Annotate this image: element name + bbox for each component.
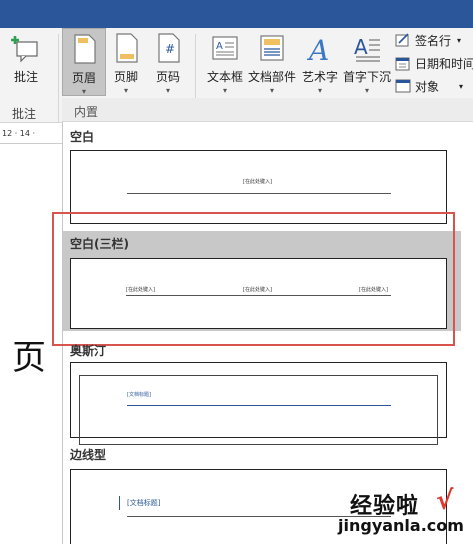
placeholder-text: [文档标题] [127, 499, 161, 507]
checkmark-icon: √ [436, 486, 454, 516]
builtin-section-header: 内置 [62, 98, 473, 122]
quick-parts-label: 文档部件 [247, 70, 296, 84]
header-button[interactable]: 页眉 ▾ [62, 28, 106, 96]
svg-text:A: A [354, 35, 368, 59]
signature-line-icon [395, 32, 411, 48]
document-text: 页 [12, 338, 46, 378]
calendar-icon [395, 56, 411, 71]
chevron-down-icon: ▾ [457, 35, 462, 45]
gallery-item-title: 边线型 [70, 448, 107, 462]
page-number-label: 页码 [155, 70, 180, 84]
add-comment-icon [11, 32, 41, 64]
wordart-label: 艺术字 [301, 70, 338, 84]
page-border [79, 375, 438, 445]
object-label: 对象 [415, 79, 440, 94]
footer-icon [111, 32, 141, 64]
svg-text:A: A [216, 41, 223, 52]
placeholder-text: [文档标题] [127, 392, 151, 398]
page-number-button[interactable]: # 页码 ▾ [148, 28, 188, 96]
title-bar [0, 0, 473, 28]
chevron-down-icon: ▾ [81, 87, 86, 96]
ruler-marks: 12 · 14 · [2, 129, 36, 138]
object-button[interactable]: 对象 ▾ [395, 76, 463, 96]
svg-text:A: A [306, 34, 329, 64]
chevron-down-icon: ▾ [459, 81, 464, 91]
chevron-down-icon: ▾ [222, 86, 227, 95]
object-icon [395, 79, 411, 94]
placeholder-text: [在此处键入] [243, 179, 272, 185]
drop-cap-icon: A [352, 32, 382, 64]
footer-label: 页脚 [113, 70, 138, 84]
highlight-annotation-box [52, 212, 455, 346]
footer-button[interactable]: 页脚 ▾ [106, 28, 146, 96]
header-rule [127, 405, 391, 406]
header-icon [69, 33, 99, 65]
quick-parts-icon [257, 32, 287, 64]
header-label: 页眉 [71, 71, 96, 85]
gallery-item-austin[interactable]: [文档标题] [70, 362, 447, 445]
signature-line-label: 签名行 [415, 33, 452, 48]
comments-group-label: 批注 [12, 107, 37, 121]
textbox-label: 文本框 [206, 70, 243, 84]
page-number-icon: # [153, 32, 183, 64]
gallery-item-title: 奥斯汀 [70, 344, 107, 358]
chevron-down-icon: ▾ [269, 86, 274, 95]
wordart-icon: A [305, 32, 335, 67]
group-separator [58, 34, 59, 122]
drop-cap-label: 首字下沉 [342, 70, 391, 84]
date-time-label: 日期和时间 [415, 56, 473, 71]
comment-button[interactable]: 批注 [6, 28, 46, 96]
comment-label: 批注 [13, 70, 38, 84]
chevron-down-icon: ▾ [123, 86, 128, 95]
header-rule [127, 193, 391, 194]
textbox-button[interactable]: A 文本框 ▾ [202, 28, 248, 96]
date-time-button[interactable]: 日期和时间 [395, 53, 473, 73]
watermark-url: jingyanla.com [338, 516, 464, 535]
side-line [119, 496, 120, 510]
wordart-button[interactable]: A 艺术字 ▾ [300, 28, 340, 96]
chevron-down-icon: ▾ [165, 86, 170, 95]
chevron-down-icon: ▾ [317, 86, 322, 95]
signature-line-button[interactable]: 签名行 ▾ [395, 30, 461, 50]
horizontal-ruler: 12 · 14 · [0, 124, 62, 144]
chevron-down-icon: ▾ [364, 86, 369, 95]
textbox-icon: A [210, 32, 240, 64]
svg-text:#: # [165, 42, 175, 56]
drop-cap-button[interactable]: A 首字下沉 ▾ [342, 28, 392, 96]
gallery-item-title: 空白 [70, 130, 95, 144]
quick-parts-button[interactable]: 文档部件 ▾ [247, 28, 297, 96]
